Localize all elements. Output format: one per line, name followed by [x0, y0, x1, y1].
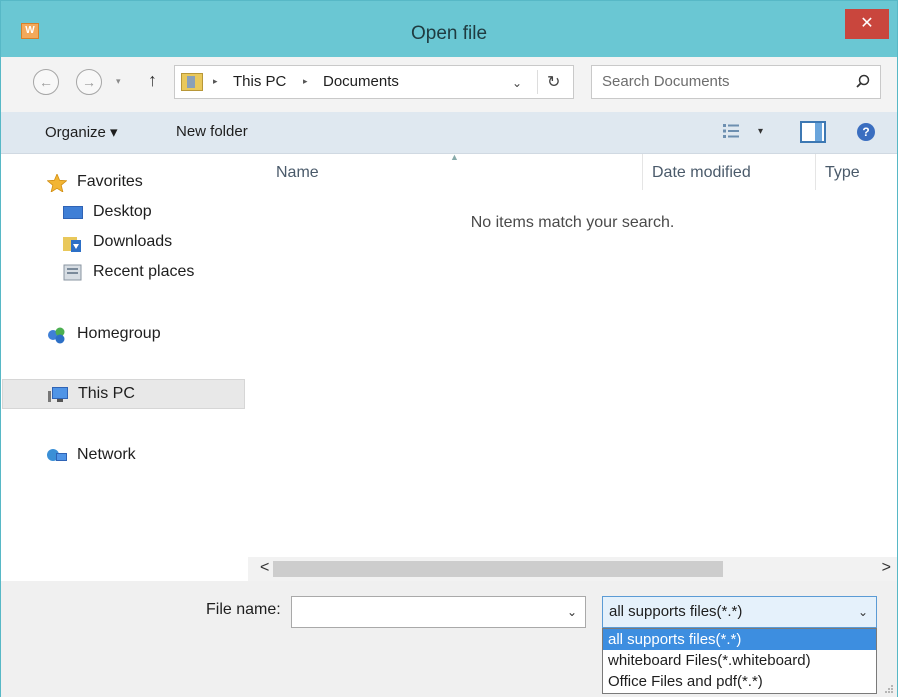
breadcrumb-this-pc[interactable]: This PC [233, 73, 286, 90]
close-icon: ✕ [860, 15, 874, 32]
homegroup-icon [48, 327, 65, 344]
file-type-option[interactable]: all supports files(*.*) [603, 629, 876, 650]
search-icon[interactable] [856, 74, 870, 88]
title-bar[interactable]: W Open file ✕ [1, 1, 897, 57]
nav-label-this-pc: This PC [78, 385, 135, 402]
scroll-right-arrow-icon[interactable]: > [882, 559, 891, 577]
nav-item-this-pc[interactable]: This PC [2, 379, 245, 409]
command-toolbar: Organize ▾ New folder ▾ ? [1, 112, 897, 154]
open-file-dialog: W Open file ✕ ← → ▾ ↑ ▸ This PC ▸ Docume… [0, 0, 898, 697]
file-type-select[interactable]: all supports files(*.*) ⌄ [602, 596, 877, 628]
address-row: ← → ▾ ↑ ▸ This PC ▸ Documents ⌄ ↻ Search… [1, 57, 897, 112]
forward-button[interactable]: → [76, 69, 102, 95]
preview-pane-icon[interactable] [800, 121, 826, 143]
view-options-icon[interactable] [723, 124, 739, 138]
sort-ascending-icon: ▲ [450, 152, 459, 162]
close-button[interactable]: ✕ [845, 9, 889, 39]
resize-grip-icon[interactable] [883, 683, 893, 693]
file-type-dropdown-list: all supports files(*.*) whiteboard Files… [602, 628, 877, 694]
nav-label-recent-places: Recent places [93, 263, 195, 280]
nav-item-recent-places[interactable]: Recent places [1, 258, 246, 288]
nav-item-downloads[interactable]: Downloads [1, 228, 246, 258]
folder-icon [181, 73, 203, 91]
nav-label-network: Network [77, 446, 136, 463]
navigation-pane: Favorites Desktop Downloads Recent place… [1, 154, 248, 581]
desktop-icon [63, 206, 83, 219]
column-header-date-modified[interactable]: Date modified [652, 164, 751, 182]
address-dropdown-icon[interactable]: ⌄ [512, 76, 522, 90]
up-one-level-button[interactable]: ↑ [148, 70, 157, 91]
nav-label-downloads: Downloads [93, 233, 173, 250]
refresh-icon[interactable]: ↻ [547, 72, 560, 92]
empty-list-message: No items match your search. [470, 214, 675, 231]
breadcrumb-separator-icon[interactable]: ▸ [303, 76, 308, 87]
new-folder-button[interactable]: New folder [176, 123, 248, 140]
computer-icon [48, 387, 68, 402]
file-name-input[interactable]: ⌄ [291, 596, 586, 628]
forward-arrow-icon: → [82, 74, 96, 90]
search-input[interactable]: Search Documents [591, 65, 881, 99]
nav-item-homegroup[interactable]: Homegroup [1, 320, 246, 350]
breadcrumb-separator-icon[interactable]: ▸ [213, 76, 218, 87]
file-type-dropdown-icon[interactable]: ⌄ [858, 605, 868, 619]
file-name-label: File name: [206, 601, 281, 618]
downloads-folder-icon [63, 237, 81, 252]
horizontal-scrollbar[interactable]: < > [248, 557, 897, 581]
column-header-type[interactable]: Type [825, 164, 860, 182]
column-divider[interactable] [642, 154, 643, 190]
nav-item-network[interactable]: Network [1, 441, 246, 471]
nav-label-desktop: Desktop [93, 203, 152, 220]
column-divider[interactable] [815, 154, 816, 190]
address-divider [537, 70, 538, 94]
file-name-dropdown-icon[interactable]: ⌄ [567, 605, 577, 619]
nav-item-favorites[interactable]: Favorites [1, 168, 246, 198]
view-options-dropdown-icon[interactable]: ▾ [758, 126, 763, 137]
breadcrumb-documents[interactable]: Documents [323, 73, 399, 90]
help-icon[interactable]: ? [857, 123, 875, 141]
file-type-option[interactable]: Office Files and pdf(*.*) [603, 671, 876, 692]
scrollbar-thumb[interactable] [273, 561, 723, 577]
organize-button[interactable]: Organize ▾ [45, 123, 118, 141]
up-arrow-icon: ↑ [148, 70, 157, 90]
search-placeholder: Search Documents [602, 73, 730, 90]
back-arrow-icon: ← [39, 74, 53, 90]
recent-locations-dropdown-icon[interactable]: ▾ [116, 76, 121, 87]
scroll-left-arrow-icon[interactable]: < [260, 559, 269, 577]
nav-label-homegroup: Homegroup [77, 325, 161, 342]
nav-item-desktop[interactable]: Desktop [1, 198, 246, 228]
file-list[interactable]: Name ▲ Date modified Type No items match… [248, 152, 897, 557]
star-icon [47, 174, 67, 192]
nav-label-favorites: Favorites [77, 173, 143, 190]
recent-places-icon [63, 264, 82, 281]
file-type-selected-value: all supports files(*.*) [609, 603, 743, 620]
network-icon [47, 449, 67, 461]
column-header-name[interactable]: Name [276, 164, 319, 182]
window-title: Open file [410, 23, 488, 44]
file-type-option[interactable]: whiteboard Files(*.whiteboard) [603, 650, 876, 671]
bottom-panel: File name: ⌄ all supports files(*.*) ⌄ a… [1, 581, 897, 697]
back-button[interactable]: ← [33, 69, 59, 95]
address-bar[interactable]: ▸ This PC ▸ Documents ⌄ ↻ [174, 65, 574, 99]
